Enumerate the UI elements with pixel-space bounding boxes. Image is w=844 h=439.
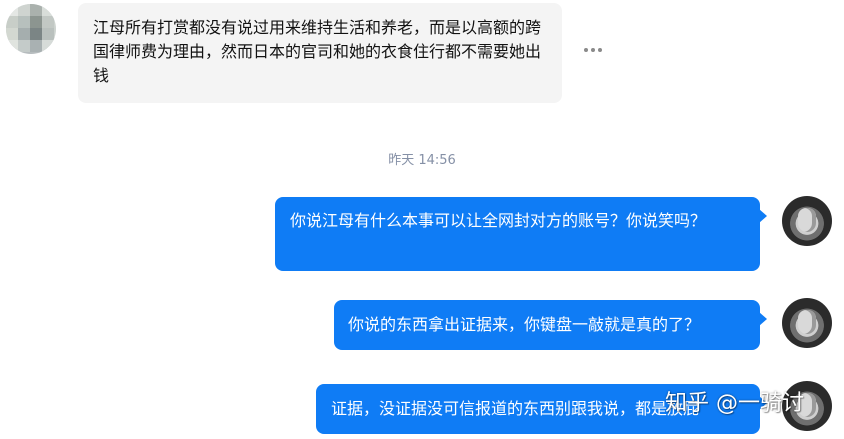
avatar-pixel xyxy=(30,4,42,16)
my-avatar[interactable] xyxy=(782,196,832,246)
avatar-pixel xyxy=(18,28,30,40)
incoming-message-text: 江母所有打赏都没有说过用来维持生活和养老，而是以高额的跨国律师费为理由，然而日本… xyxy=(93,18,542,85)
message-timestamp: 昨天 14:56 xyxy=(388,153,456,168)
avatar-pixel xyxy=(42,40,54,52)
avatar-pixel xyxy=(6,40,18,52)
my-avatar[interactable] xyxy=(782,298,832,348)
avatar-pixel xyxy=(6,16,18,28)
more-horizontal-icon[interactable] xyxy=(584,46,602,54)
avatar-pixel xyxy=(30,40,42,52)
avatar-pixel xyxy=(18,40,30,52)
avatar-pixel xyxy=(6,28,18,40)
dot xyxy=(598,48,602,52)
outgoing-message-bubble[interactable]: 你说的东西拿出证据来，你键盘一敲就是真的了？ xyxy=(334,300,767,350)
avatar-pixel xyxy=(6,4,18,16)
chat-window: 江母所有打赏都没有说过用来维持生活和养老，而是以高额的跨国律师费为理由，然而日本… xyxy=(0,0,844,439)
outgoing-message-text: 证据，没证据没可信报道的东西别跟我说，都是放屁 xyxy=(331,399,700,418)
zhihu-watermark: 知乎 @一骑讨 xyxy=(665,391,804,416)
outgoing-message-text: 你说的东西拿出证据来，你键盘一敲就是真的了？ xyxy=(348,315,701,334)
avatar-pixel xyxy=(30,16,42,28)
avatar-pixel xyxy=(42,4,54,16)
avatar-pixel xyxy=(30,28,42,40)
incoming-message-bubble[interactable]: 江母所有打赏都没有说过用来维持生活和养老，而是以高额的跨国律师费为理由，然而日本… xyxy=(78,3,562,103)
avatar-pixel xyxy=(18,4,30,16)
sender-avatar[interactable] xyxy=(6,4,56,54)
dot xyxy=(591,48,595,52)
outgoing-message-text: 你说江母有什么本事可以让全网封对方的账号？你说笑吗？ xyxy=(290,211,707,230)
avatar-pixel xyxy=(42,28,54,40)
dot xyxy=(584,48,588,52)
outgoing-message-bubble[interactable]: 你说江母有什么本事可以让全网封对方的账号？你说笑吗？ xyxy=(275,197,767,271)
avatar-pixel xyxy=(42,16,54,28)
avatar-pixel xyxy=(18,16,30,28)
